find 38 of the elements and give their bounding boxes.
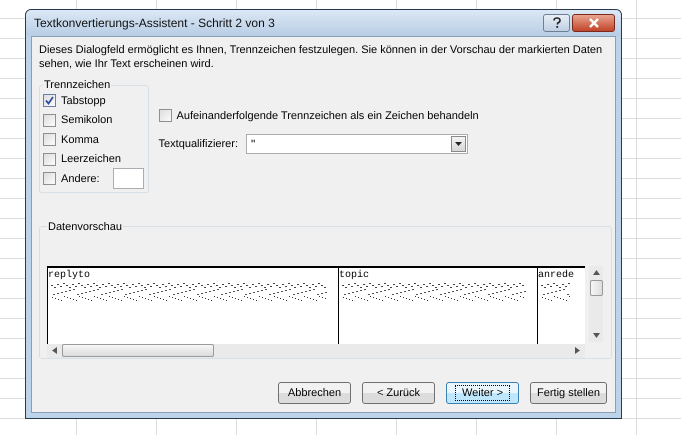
checkbox[interactable]	[43, 133, 56, 146]
dialog-button[interactable]: Weiter >	[446, 382, 520, 404]
scroll-down-icon[interactable]	[592, 332, 600, 338]
group-title: Trennzeichen	[43, 79, 112, 91]
text-qualifier-dropdown[interactable]: "	[246, 134, 468, 154]
horizontal-scrollbar[interactable]	[47, 344, 585, 358]
scroll-thumb[interactable]	[590, 280, 602, 296]
checkbox[interactable]	[43, 94, 56, 108]
checkbox[interactable]	[43, 152, 56, 166]
dialog-button[interactable]: Abbrechen	[278, 382, 352, 404]
checkbox-label[interactable]: Semikolon	[61, 114, 112, 126]
checkbox[interactable]	[43, 172, 56, 186]
scroll-up-icon[interactable]	[592, 270, 600, 274]
scroll-right-icon[interactable]	[575, 347, 580, 354]
checkbox-label[interactable]: Aufeinanderfolgende Trennzeichen als ein Zeichen behandeln	[176, 110, 479, 122]
window-title: Textkonvertierungs-Assistent - Schritt 2 von 3	[34, 16, 275, 30]
close-icon	[588, 18, 600, 28]
help-button[interactable]	[543, 14, 570, 32]
scroll-left-icon[interactable]	[52, 347, 57, 354]
help-icon	[552, 17, 562, 29]
checkbox-label[interactable]: Andere:	[61, 172, 100, 185]
column-header: topic	[339, 268, 370, 282]
column-header: replyto	[48, 268, 92, 282]
other-delimiter-field[interactable]	[112, 168, 144, 190]
description-text: Dieses Dialogfeld ermöglicht es Ihnen, Trennzeichen festzulegen. Sie können in der Vorschau der markierten Daten sehen, wie Ihr Text erscheinen wird.	[39, 43, 604, 71]
vertical-scrollbar[interactable]	[589, 266, 603, 342]
dialog-button[interactable]: Fertig stellen	[530, 382, 607, 404]
checkbox[interactable]	[158, 109, 172, 122]
checkbox-label[interactable]: Komma	[61, 134, 99, 146]
checkbox[interactable]	[43, 114, 56, 127]
column-header: anrede	[538, 268, 576, 282]
checkbox-label[interactable]: Leerzeichen	[61, 153, 121, 166]
dialog-button[interactable]: < Zurück	[362, 382, 436, 404]
group-title: Datenvorschau	[47, 220, 123, 232]
field-label: Textqualifizierer:	[158, 138, 238, 150]
close-button[interactable]	[572, 14, 615, 32]
checkbox-label[interactable]: Tabstopp	[61, 94, 106, 107]
scroll-thumb[interactable]	[62, 344, 214, 357]
